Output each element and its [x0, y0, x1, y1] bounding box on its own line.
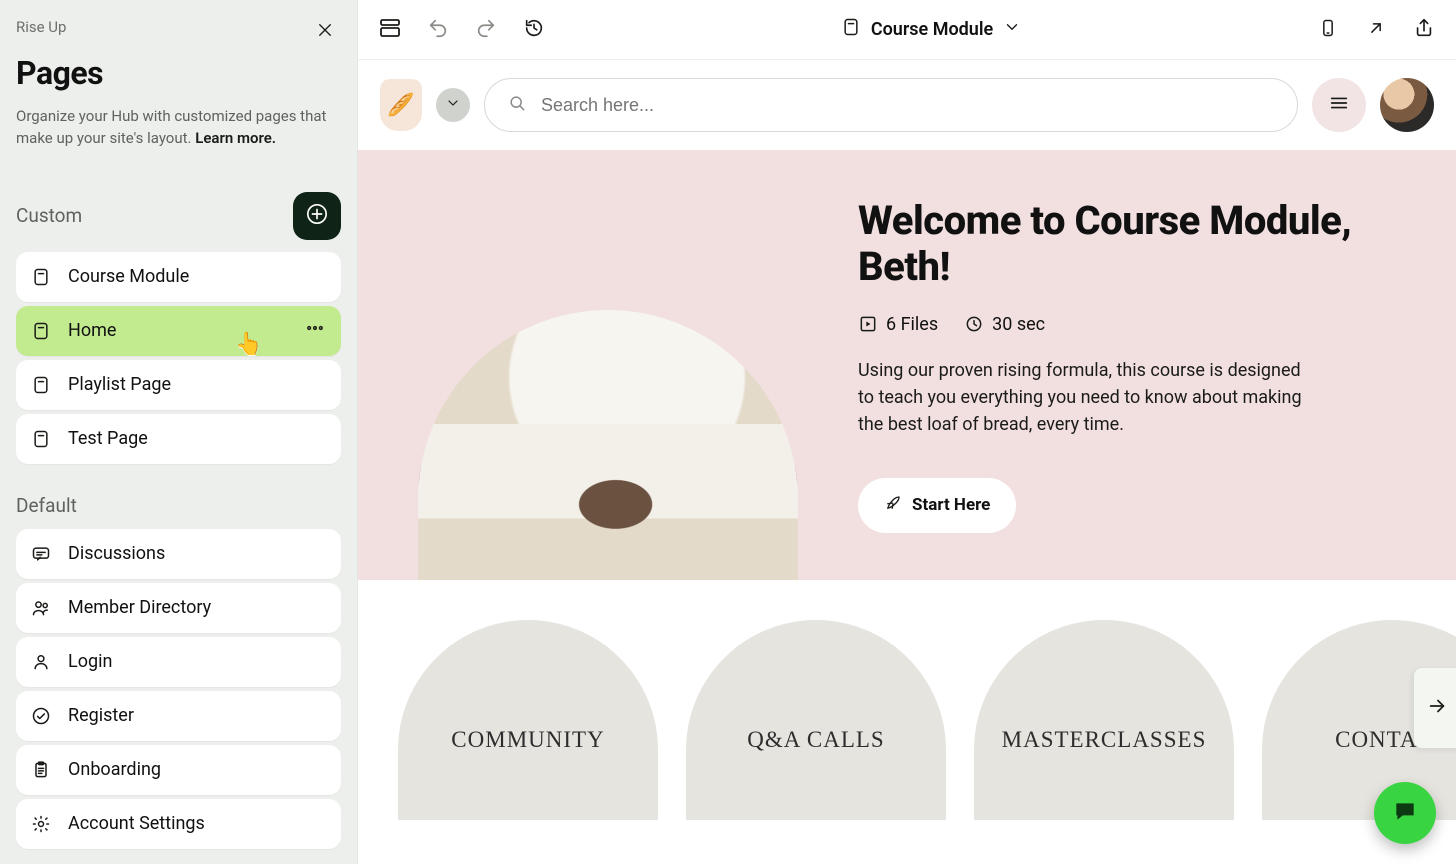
- page-item-member-directory[interactable]: Member Directory: [16, 583, 341, 633]
- cta-label: Start Here: [912, 495, 990, 515]
- page-label: Login: [68, 651, 112, 672]
- users-icon: [30, 597, 52, 619]
- user-icon: [30, 651, 52, 673]
- custom-section-heading: Custom: [16, 204, 82, 227]
- editor-topbar: Course Module: [358, 0, 1456, 60]
- page-item-onboarding[interactable]: Onboarding: [16, 745, 341, 795]
- check-circle-icon: [30, 705, 52, 727]
- close-panel-button[interactable]: [311, 18, 339, 46]
- files-meta: 6 Files: [858, 314, 938, 335]
- page-item-register[interactable]: Register: [16, 691, 341, 741]
- redo-icon: [475, 17, 497, 43]
- category-card-community[interactable]: COMMUNITY: [398, 620, 658, 820]
- page-item-playlist-page[interactable]: Playlist Page: [16, 360, 341, 410]
- site-nav-dropdown[interactable]: [436, 88, 470, 122]
- undo-icon: [427, 17, 449, 43]
- rocket-icon: [884, 494, 902, 517]
- close-icon: [316, 21, 334, 43]
- page-item-account-settings[interactable]: Account Settings: [16, 799, 341, 849]
- page-label: Member Directory: [68, 597, 211, 618]
- plus-icon: [306, 203, 328, 229]
- mobile-icon: [1318, 18, 1338, 42]
- layout-icon: [378, 16, 402, 44]
- cards-next-button[interactable]: [1414, 668, 1456, 748]
- hamburger-icon: [1328, 92, 1350, 118]
- page-item-discussions[interactable]: Discussions: [16, 529, 341, 579]
- brand-name: Rise Up: [16, 18, 341, 36]
- page-item-course-module[interactable]: Course Module: [16, 252, 341, 302]
- clipboard-icon: [30, 759, 52, 781]
- duration-meta: 30 sec: [964, 314, 1045, 335]
- page-label: Playlist Page: [68, 374, 171, 395]
- history-icon: [523, 17, 545, 43]
- site-search[interactable]: [484, 78, 1298, 132]
- page-more-button[interactable]: [303, 319, 327, 343]
- card-label: MASTERCLASSES: [1002, 727, 1207, 753]
- duration-value: 30 sec: [992, 314, 1045, 335]
- page-item-test-page[interactable]: Test Page: [16, 414, 341, 464]
- page-label: Register: [68, 705, 134, 726]
- learn-more-link[interactable]: Learn more.: [195, 129, 276, 147]
- arrow-up-right-icon: [1366, 18, 1386, 42]
- start-here-button[interactable]: Start Here: [858, 478, 1016, 533]
- document-title: Course Module: [871, 19, 993, 40]
- arrow-right-icon: [1426, 695, 1448, 721]
- hero-section: Welcome to Course Module, Beth! 6 Files …: [358, 150, 1456, 580]
- page-icon: [30, 428, 52, 450]
- chat-fab[interactable]: [1374, 782, 1436, 844]
- chevron-down-icon: [1003, 18, 1021, 41]
- layout-toggle-button[interactable]: [376, 16, 404, 44]
- chat-icon: [1392, 798, 1418, 828]
- card-label: COMMUNITY: [451, 727, 604, 753]
- files-count: 6 Files: [886, 314, 938, 335]
- site-header: 🥖: [358, 60, 1456, 150]
- search-icon: [507, 93, 527, 118]
- share-button[interactable]: [1410, 16, 1438, 44]
- card-label: Q&A CALLS: [747, 727, 884, 753]
- main-area: Course Module: [358, 0, 1456, 864]
- clock-icon: [964, 314, 984, 334]
- category-card-masterclasses[interactable]: MASTERCLASSES: [974, 620, 1234, 820]
- page-label: Account Settings: [68, 813, 205, 834]
- bread-logo-icon: 🥖: [387, 93, 414, 118]
- open-external-button[interactable]: [1362, 16, 1390, 44]
- panel-description: Organize your Hub with customized pages …: [16, 106, 341, 150]
- files-icon: [858, 314, 878, 334]
- site-menu-button[interactable]: [1312, 78, 1366, 132]
- chevron-down-icon: [445, 95, 461, 115]
- site-logo[interactable]: 🥖: [380, 79, 422, 131]
- page-label: Onboarding: [68, 759, 161, 780]
- history-button[interactable]: [520, 16, 548, 44]
- discussions-icon: [30, 543, 52, 565]
- category-cards-row: COMMUNITY Q&A CALLS MASTERCLASSES CONTAC…: [358, 580, 1456, 820]
- more-icon: [305, 318, 325, 343]
- document-switcher[interactable]: Course Module: [829, 11, 1033, 48]
- share-icon: [1413, 17, 1435, 43]
- hero-title: Welcome to Course Module, Beth!: [858, 198, 1426, 290]
- hero-description: Using our proven rising formula, this co…: [858, 357, 1308, 438]
- redo-button[interactable]: [472, 16, 500, 44]
- default-section-heading: Default: [16, 494, 341, 517]
- device-preview-button[interactable]: [1314, 16, 1342, 44]
- page-label: Test Page: [68, 428, 148, 449]
- page-item-login[interactable]: Login: [16, 637, 341, 687]
- page-icon: [30, 320, 52, 342]
- search-input[interactable]: [541, 95, 1275, 116]
- undo-button[interactable]: [424, 16, 452, 44]
- gear-icon: [30, 813, 52, 835]
- panel-title: Pages: [16, 54, 341, 92]
- add-page-button[interactable]: [293, 192, 341, 240]
- category-card-qacalls[interactable]: Q&A CALLS: [686, 620, 946, 820]
- user-avatar[interactable]: [1380, 78, 1434, 132]
- hero-image: [418, 310, 798, 580]
- page-icon: [30, 266, 52, 288]
- page-label: Discussions: [68, 543, 165, 564]
- page-label: Home: [68, 320, 116, 341]
- sidebar-pages-panel: Rise Up Pages Organize your Hub with cus…: [0, 0, 358, 864]
- page-label: Course Module: [68, 266, 189, 287]
- page-item-home[interactable]: Home: [16, 306, 341, 356]
- page-icon: [30, 374, 52, 396]
- page-icon: [841, 17, 861, 42]
